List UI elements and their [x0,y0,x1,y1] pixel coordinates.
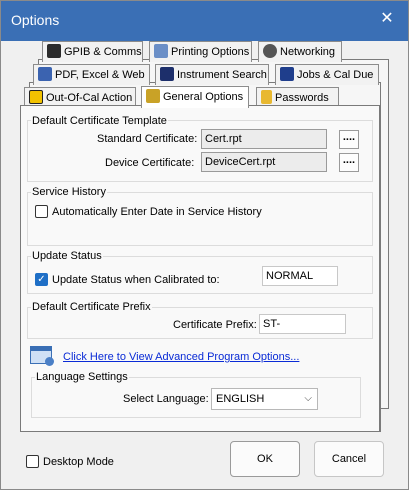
cancel-button[interactable]: Cancel [314,441,384,477]
language-select[interactable]: ENGLISH ⌵ [211,388,318,410]
chevron-down-icon: ⌵ [304,393,312,404]
auto-date-label[interactable]: Automatically Enter Date in Service Hist… [52,206,262,218]
tab-printing-options[interactable]: Printing Options [149,41,252,62]
certificate-prefix-title: Default Certificate Prefix [31,301,152,313]
tab-networking[interactable]: Networking [258,41,342,62]
tab-label: Jobs & Cal Due [297,69,374,81]
standard-certificate-browse-button[interactable]: .... [339,130,359,149]
select-language-label: Select Language: [123,393,209,405]
title-bar: Options ✕ [1,1,408,41]
tab-label: PDF, Excel & Web [55,69,145,81]
desktop-mode-checkbox[interactable] [26,455,39,468]
desktop-mode-label[interactable]: Desktop Mode [43,456,114,468]
tab-label: Networking [280,46,336,58]
tab-label: Passwords [275,92,329,104]
tab-general-options[interactable]: General Options [141,86,249,108]
tab-gpib-comms[interactable]: GPIB & Comms [42,41,143,62]
update-status-label[interactable]: Update Status when Calibrated to: [52,274,220,286]
advanced-options-icon[interactable] [30,346,54,366]
certificate-prefix-field[interactable]: ST- [259,314,346,334]
ok-button[interactable]: OK [230,441,300,477]
gpib-comms-icon [47,44,61,58]
standard-certificate-label: Standard Certificate: [97,133,198,145]
update-status-title: Update Status [31,250,103,262]
general-options-panel: Default Certificate Template Standard Ce… [20,105,380,432]
window-title: Options [11,12,60,28]
update-status-checkbox[interactable]: ✓ [35,273,48,286]
language-select-value: ENGLISH [216,393,265,405]
tab-label: Out-Of-Cal Action [46,92,133,104]
tab-instrument-search[interactable]: Instrument Search [155,64,269,85]
tab-jobs-cal-due[interactable]: Jobs & Cal Due [275,64,379,85]
network-icon [263,44,277,58]
general-options-icon [146,89,160,103]
tab-pdf-excel-web[interactable]: PDF, Excel & Web [33,64,150,85]
jobs-cal-due-icon [280,67,294,81]
advanced-options-link[interactable]: Click Here to View Advanced Program Opti… [63,351,299,363]
update-status-field[interactable]: NORMAL [262,266,338,286]
close-icon[interactable]: ✕ [378,10,396,28]
device-certificate-field[interactable]: DeviceCert.rpt [201,152,327,172]
instrument-search-icon [160,67,174,81]
warning-icon [29,90,43,104]
pdf-excel-web-icon [38,67,52,81]
tab-label: General Options [163,91,244,103]
certificate-template-title: Default Certificate Template [31,115,168,127]
language-settings-title: Language Settings [35,371,129,383]
printer-icon [154,44,168,58]
device-certificate-browse-button[interactable]: .... [339,153,359,172]
tab-label: Printing Options [171,46,250,58]
auto-date-checkbox[interactable] [35,205,48,218]
device-certificate-label: Device Certificate: [105,157,195,169]
tab-label: Instrument Search [177,69,267,81]
options-window: Options ✕ GPIB & Comms Printing Options … [0,0,409,490]
standard-certificate-field[interactable]: Cert.rpt [201,129,327,149]
lock-icon [261,90,272,104]
tab-label: GPIB & Comms [64,46,142,58]
service-history-group [27,192,373,246]
service-history-title: Service History [31,186,107,198]
certificate-prefix-label: Certificate Prefix: [173,319,257,331]
